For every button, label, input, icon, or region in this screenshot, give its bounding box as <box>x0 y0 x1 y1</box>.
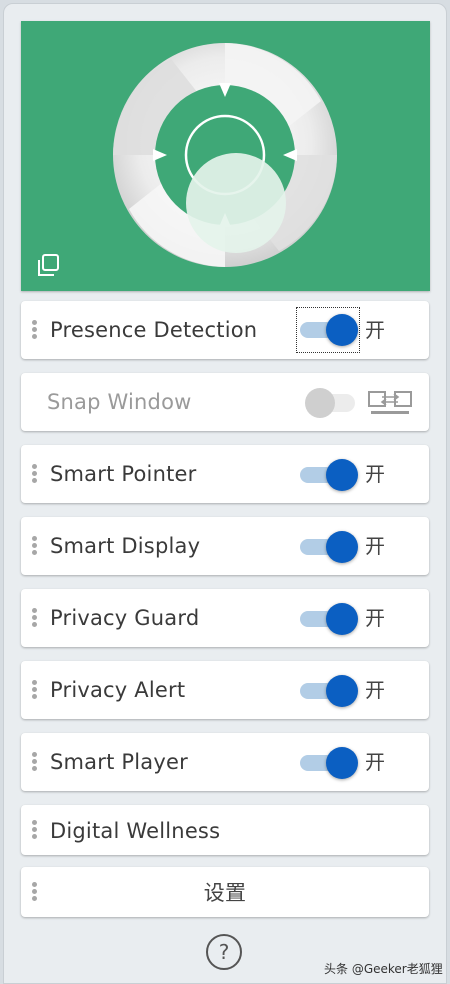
feature-card-presence-detection: Presence Detection 开 <box>21 301 429 359</box>
feature-card-digital-wellness[interactable]: Digital Wellness <box>21 805 429 855</box>
presence-detection-toggle[interactable] <box>296 307 360 353</box>
settings-button[interactable]: 设置 <box>21 867 429 917</box>
feature-card-smart-player: Smart Player 开 <box>21 733 429 791</box>
dual-monitor-icon <box>368 391 412 414</box>
privacy-guard-toggle[interactable] <box>298 600 359 636</box>
drag-handle-icon[interactable] <box>32 608 38 628</box>
feature-label: Smart Pointer <box>50 462 197 486</box>
toggle-state-label: 开 <box>365 606 385 630</box>
drag-handle-icon[interactable] <box>32 820 38 840</box>
help-button[interactable]: ? <box>206 934 242 970</box>
privacy-alert-toggle[interactable] <box>298 672 359 708</box>
feature-label: Privacy Guard <box>50 606 200 630</box>
settings-label: 设置 <box>203 881 247 905</box>
drag-handle-icon[interactable] <box>32 536 38 556</box>
smart-display-toggle[interactable] <box>298 528 359 564</box>
drag-handle-icon[interactable] <box>32 752 38 772</box>
feature-card-smart-pointer: Smart Pointer 开 <box>21 445 429 503</box>
feature-label: Digital Wellness <box>50 819 221 843</box>
feature-label: Snap Window <box>47 390 192 414</box>
feature-card-snap-window: Snap Window <box>21 373 429 431</box>
toggle-state-label: 开 <box>365 750 385 774</box>
feature-label: Smart Display <box>50 534 201 558</box>
smart-pointer-toggle[interactable] <box>298 456 359 492</box>
feature-label: Presence Detection <box>50 318 258 342</box>
drag-handle-icon[interactable] <box>32 464 38 484</box>
toggle-state-label: 开 <box>365 462 385 486</box>
toggle-state-label: 开 <box>365 534 385 558</box>
smart-player-toggle[interactable] <box>298 744 359 780</box>
feature-card-privacy-alert: Privacy Alert 开 <box>21 661 429 719</box>
drag-handle-icon[interactable] <box>32 680 38 700</box>
aperture-lens-logo <box>113 43 337 267</box>
toggle-state-label: 开 <box>365 678 385 702</box>
hero-banner <box>21 21 430 291</box>
copy-window-icon[interactable] <box>35 251 63 279</box>
feature-label: Smart Player <box>50 750 188 774</box>
toggle-state-label: 开 <box>365 318 385 342</box>
feature-card-smart-display: Smart Display 开 <box>21 517 429 575</box>
feature-card-privacy-guard: Privacy Guard 开 <box>21 589 429 647</box>
watermark-text: 头条 @Geeker老狐狸 <box>324 962 443 976</box>
feature-label: Privacy Alert <box>50 678 186 702</box>
drag-handle-icon[interactable] <box>32 320 38 340</box>
snap-window-toggle[interactable] <box>301 384 362 420</box>
